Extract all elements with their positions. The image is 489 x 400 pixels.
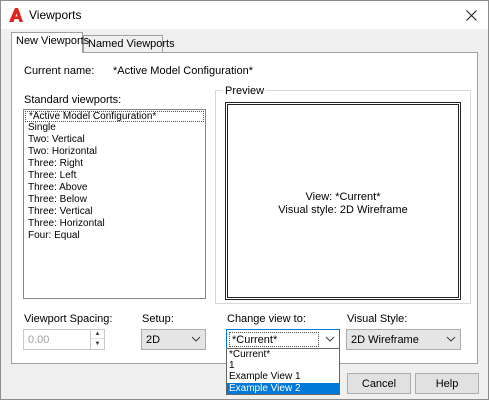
change-view-label: Change view to: [227,313,306,325]
spinner-buttons: ▲ ▼ [90,330,104,349]
preview-box: View: *Current* Visual style: 2D Wirefra… [225,102,461,300]
standard-viewports-list[interactable]: *Active Model Configuration* Single Two:… [23,109,206,299]
change-view-value: *Current* [229,332,319,347]
list-item[interactable]: Single [24,122,205,134]
visual-style-label: Visual Style: [347,313,408,325]
standard-viewports-label: Standard viewports: [24,94,122,106]
autocad-a-icon [8,7,24,23]
list-item[interactable]: Four: Equal [24,230,205,242]
dropdown-option[interactable]: 1 [227,360,339,371]
list-item[interactable]: Three: Below [24,194,205,206]
list-item[interactable]: *Active Model Configuration* [25,111,204,122]
dropdown-option[interactable]: *Current* [227,349,339,360]
title-bar[interactable]: Viewports [1,1,488,29]
list-item[interactable]: Three: Vertical [24,206,205,218]
list-item[interactable]: Three: Horizontal [24,218,205,230]
visual-style-value: 2D Wireframe [351,334,419,346]
cancel-button[interactable]: Cancel [347,373,411,394]
viewports-dialog: Viewports New Viewports Named Viewports … [0,0,489,400]
setup-select[interactable]: 2D [141,329,206,350]
chevron-down-icon [190,333,202,345]
preview-style-text: Visual style: 2D Wireframe [278,204,408,216]
preview-label: Preview [223,85,267,97]
help-button[interactable]: Help [415,373,479,394]
tab-new-viewports[interactable]: New Viewports [11,32,89,53]
preview-view-text: View: *Current* [305,191,381,203]
tab-named-viewports[interactable]: Named Viewports [83,35,175,53]
list-item[interactable]: Two: Horizontal [24,146,205,158]
list-item[interactable]: Three: Above [24,182,205,194]
change-view-select[interactable]: *Current* [226,329,340,350]
viewport-spacing-label: Viewport Spacing: [24,313,113,325]
setup-value: 2D [146,334,161,346]
visual-style-select[interactable]: 2D Wireframe [346,329,461,350]
window-title: Viewports [29,8,82,22]
chevron-down-icon [445,333,457,345]
viewport-spacing-stepper[interactable]: 0.00 ▲ ▼ [23,329,105,350]
spin-up-icon[interactable]: ▲ [91,330,104,339]
chevron-down-icon [324,333,336,345]
change-view-dropdown[interactable]: *Current* 1 Example View 1 Example View … [226,348,340,395]
list-item[interactable]: Three: Left [24,170,205,182]
dropdown-option[interactable]: Example View 2 [227,382,339,394]
current-name-value: *Active Model Configuration* [113,65,254,77]
setup-label: Setup: [142,313,174,325]
spin-down-icon[interactable]: ▼ [91,339,104,348]
dropdown-option[interactable]: Example View 1 [227,371,339,382]
current-name-label: Current name: [24,65,95,77]
list-item[interactable]: Three: Right [24,158,205,170]
list-item[interactable]: Two: Vertical [24,134,205,146]
close-icon[interactable] [456,1,486,29]
viewport-spacing-value: 0.00 [28,334,50,346]
